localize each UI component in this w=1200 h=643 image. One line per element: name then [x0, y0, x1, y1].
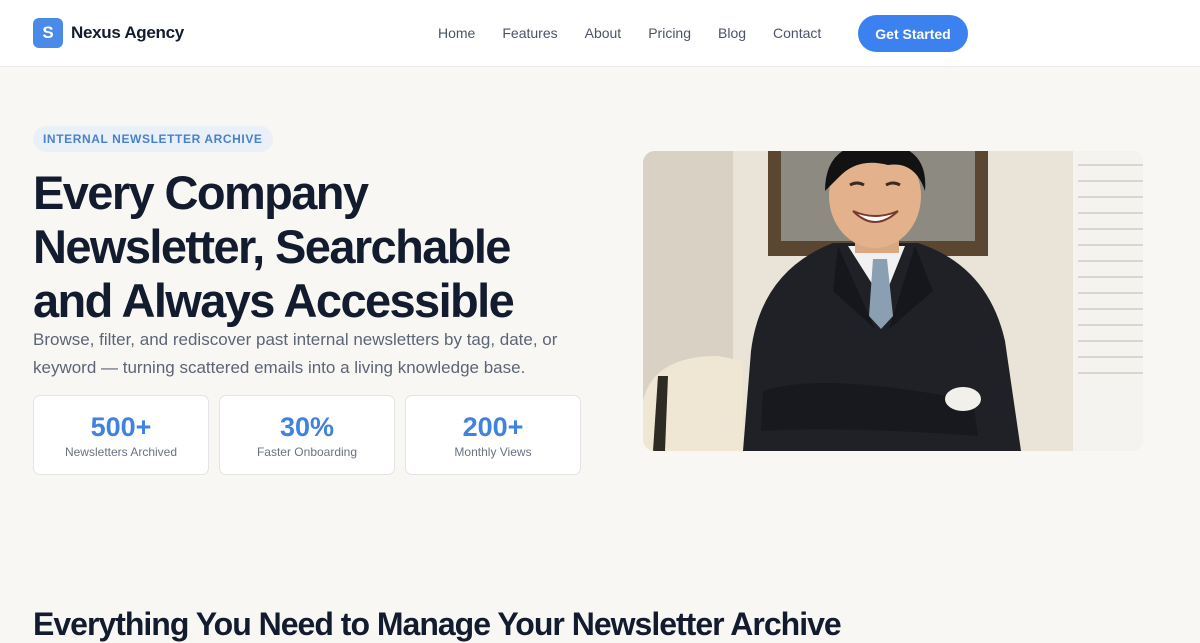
stat-card: 500+ Newsletters Archived [33, 395, 209, 475]
nav-link-about[interactable]: About [585, 25, 622, 41]
stats-row: 500+ Newsletters Archived 30% Faster Onb… [33, 395, 591, 475]
nav-link-blog[interactable]: Blog [718, 25, 746, 41]
nav-link-contact[interactable]: Contact [773, 25, 821, 41]
stat-value: 500+ [90, 411, 152, 442]
hero-eyebrow-badge: INTERNAL NEWSLETTER ARCHIVE [33, 126, 273, 152]
get-started-button[interactable]: Get Started [858, 15, 968, 52]
hero-photo [643, 151, 1143, 451]
stat-label: Faster Onboarding [256, 444, 358, 459]
nav-link-features[interactable]: Features [502, 25, 557, 41]
brand-name: Nexus Agency [71, 23, 184, 42]
brand-logo[interactable]: S Nexus Agency [33, 18, 184, 48]
logo-mark-icon: S [33, 18, 63, 48]
nav-link-home[interactable]: Home [438, 25, 475, 41]
hero-subtitle: Browse, filter, and rediscover past inte… [33, 330, 558, 377]
stat-label: Monthly Views [454, 444, 532, 459]
nav-link-pricing[interactable]: Pricing [648, 25, 691, 41]
top-navigation: S Nexus Agency Home Features About Prici… [0, 0, 1200, 67]
stat-label: Newsletters Archived [64, 444, 178, 459]
stat-card: 30% Faster Onboarding [219, 395, 395, 475]
features-section-title: Everything You Need to Manage Your Newsl… [33, 606, 842, 642]
hero-headline: Every Company Newsletter, Searchable and… [33, 166, 515, 327]
stat-card: 200+ Monthly Views [405, 395, 581, 475]
nav-links: Home Features About Pricing Blog Contact [438, 25, 848, 41]
person-photo-illustration [643, 151, 1143, 451]
stat-value: 30% [279, 411, 335, 442]
stat-value: 200+ [462, 411, 524, 442]
